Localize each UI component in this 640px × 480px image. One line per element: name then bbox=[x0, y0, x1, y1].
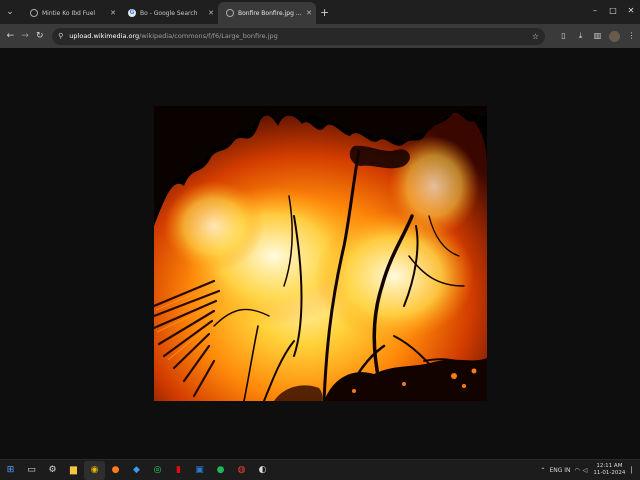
bookmark-star-icon[interactable]: ☆ bbox=[532, 32, 539, 41]
minimize-button[interactable]: – bbox=[586, 0, 604, 22]
bonfire-photo bbox=[154, 106, 487, 401]
spotify-icon[interactable]: ● bbox=[210, 461, 231, 480]
tab-close-icon[interactable]: ✕ bbox=[208, 9, 214, 17]
tab-strip: ⌄ Mintie Ko Ibd Fuel ✕ G Bo - Google Sea… bbox=[0, 0, 640, 24]
system-tray: ⌃ ENG IN ◠ ◁ 12:11 AM 11-01-2024 ▏ bbox=[540, 460, 636, 480]
extension-icon[interactable]: ▯ bbox=[555, 31, 572, 42]
tab-2[interactable]: G Bo - Google Search ✕ bbox=[120, 2, 218, 24]
windows-taskbar: ⊞ ▭ ⚙ ▆ ◉ ● ◆ ◎ ▮ ▣ ● ◍ ◐ ⌃ ENG IN ◠ ◁ 1… bbox=[0, 459, 640, 480]
firefox-icon[interactable]: ● bbox=[105, 461, 126, 480]
google-icon: G bbox=[128, 9, 136, 17]
tab-close-icon[interactable]: ✕ bbox=[110, 9, 116, 17]
volume-icon[interactable]: ◁ bbox=[583, 467, 588, 474]
clock[interactable]: 12:11 AM 11-01-2024 bbox=[593, 463, 625, 477]
image-viewer bbox=[0, 48, 640, 459]
new-tab-button[interactable]: + bbox=[320, 6, 329, 19]
tab-title: Bonfire Bonfire.jpg (JPEG Image, ...) bbox=[238, 9, 303, 17]
recorder-icon[interactable]: ◍ bbox=[231, 461, 252, 480]
reload-icon[interactable]: ↻ bbox=[32, 31, 47, 41]
file-explorer-icon[interactable]: ▆ bbox=[63, 461, 84, 480]
toolbar-icons: ▯ ⤓ ▥ ⋮ bbox=[555, 30, 640, 42]
url-text[interactable]: upload.wikimedia.org/wikipedia/commons/f… bbox=[69, 32, 532, 40]
maximize-button[interactable]: □ bbox=[604, 0, 622, 22]
menu-icon[interactable]: ⋮ bbox=[623, 31, 640, 42]
image-icon bbox=[226, 9, 234, 17]
word-icon[interactable]: ▣ bbox=[189, 461, 210, 480]
site-info-icon[interactable]: ⚲ bbox=[58, 32, 63, 40]
clock-date: 11-01-2024 bbox=[593, 470, 626, 476]
whatsapp-icon[interactable]: ◎ bbox=[147, 461, 168, 480]
tab-1[interactable]: Mintie Ko Ibd Fuel ✕ bbox=[22, 2, 120, 24]
start-icon[interactable]: ⊞ bbox=[0, 461, 21, 480]
back-icon[interactable]: ← bbox=[3, 31, 18, 41]
bonfire-image[interactable] bbox=[154, 106, 487, 401]
notification-icon[interactable]: ▏ bbox=[631, 467, 636, 474]
chevron-up-icon[interactable]: ⌃ bbox=[540, 467, 545, 474]
settings-icon[interactable]: ⚙ bbox=[42, 461, 63, 480]
vscode-icon[interactable]: ◆ bbox=[126, 461, 147, 480]
tab-close-icon[interactable]: ✕ bbox=[306, 9, 312, 17]
language-indicator[interactable]: ENG IN bbox=[549, 467, 570, 474]
close-window-button[interactable]: ✕ bbox=[622, 0, 640, 22]
tab-title: Bo - Google Search bbox=[140, 9, 198, 17]
globe-icon bbox=[30, 9, 38, 17]
window-controls: – □ ✕ bbox=[586, 0, 640, 22]
url-host: upload.wikimedia.org bbox=[69, 32, 140, 40]
tab-3-active[interactable]: Bonfire Bonfire.jpg (JPEG Image, ...) ✕ bbox=[218, 2, 316, 24]
side-panel-icon[interactable]: ▥ bbox=[589, 31, 606, 42]
profile-avatar[interactable] bbox=[609, 30, 620, 42]
task-view-icon[interactable]: ▭ bbox=[21, 461, 42, 480]
clock-time: 12:11 AM bbox=[596, 463, 623, 469]
netflix-icon[interactable]: ▮ bbox=[168, 461, 189, 480]
chrome-alt-icon[interactable]: ◐ bbox=[252, 461, 273, 480]
forward-icon[interactable]: → bbox=[18, 31, 33, 41]
chrome-icon[interactable]: ◉ bbox=[84, 460, 105, 480]
tab-title: Mintie Ko Ibd Fuel bbox=[42, 9, 96, 17]
url-path: /wikipedia/commons/f/f6/Large_bonfire.jp… bbox=[139, 32, 278, 40]
address-bar[interactable]: ⚲ upload.wikimedia.org/wikipedia/commons… bbox=[52, 27, 545, 45]
download-icon[interactable]: ⤓ bbox=[572, 31, 589, 42]
tab-search-icon[interactable]: ⌄ bbox=[2, 4, 18, 20]
wifi-icon[interactable]: ◠ bbox=[575, 467, 580, 474]
browser-toolbar: ← → ↻ ⚲ upload.wikimedia.org/wikipedia/c… bbox=[0, 24, 640, 48]
